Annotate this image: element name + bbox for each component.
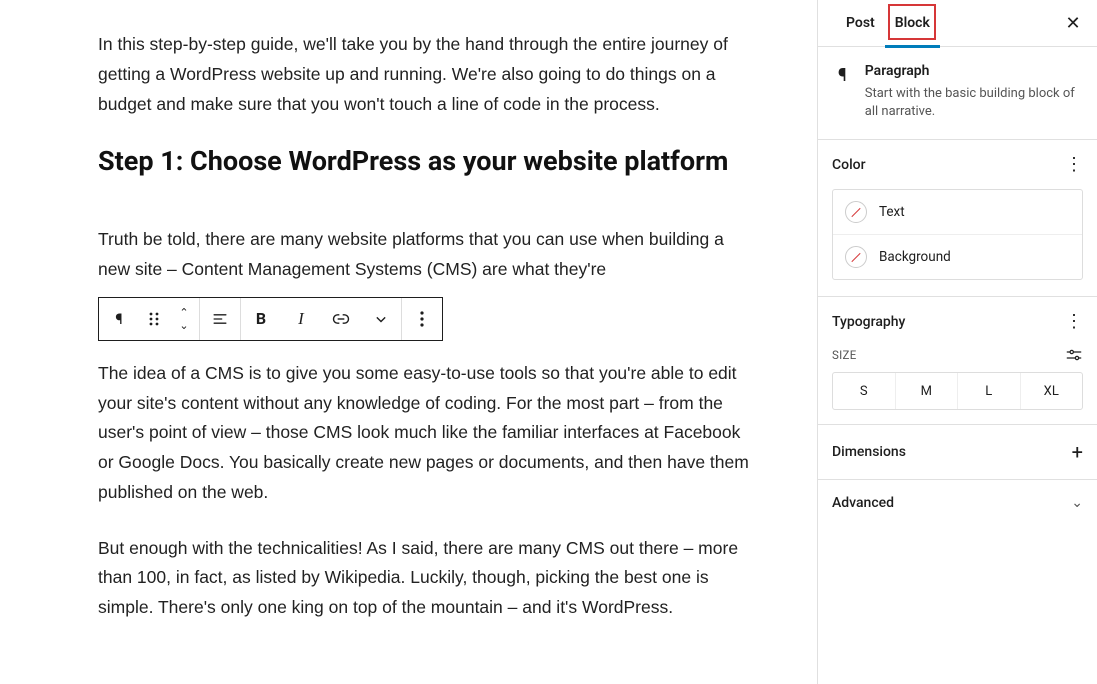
- size-label: SIZE: [832, 348, 857, 362]
- dimensions-title: Dimensions: [832, 444, 906, 460]
- chevron-down-icon: ⌄: [1071, 495, 1083, 511]
- size-s-button[interactable]: S: [833, 373, 895, 409]
- advanced-panel-header[interactable]: Advanced ⌄: [818, 480, 1097, 526]
- color-options-kebab-icon[interactable]: ⋮: [1065, 154, 1083, 175]
- sidebar-tabs: Post Block ✕: [818, 0, 1097, 47]
- paragraph-block[interactable]: The idea of a CMS is to give you some ea…: [98, 359, 757, 508]
- more-rich-text-dropdown[interactable]: [361, 298, 401, 340]
- typography-title: Typography: [832, 314, 905, 330]
- bold-button[interactable]: B: [241, 298, 281, 340]
- close-sidebar-button[interactable]: ✕: [1057, 7, 1089, 39]
- options-kebab-icon[interactable]: [402, 298, 442, 340]
- settings-sidebar: Post Block ✕ ¶ Paragraph Start with the …: [817, 0, 1097, 684]
- text-color-button[interactable]: Text: [833, 190, 1082, 234]
- typography-panel-header[interactable]: Typography ⋮: [818, 297, 1097, 346]
- typography-options-kebab-icon[interactable]: ⋮: [1065, 311, 1083, 332]
- block-description: Start with the basic building block of a…: [865, 85, 1081, 121]
- swatch-none-icon: [845, 201, 867, 223]
- tab-block[interactable]: Block: [885, 0, 940, 47]
- editor-canvas[interactable]: In this step-by-step guide, we'll take y…: [0, 0, 817, 684]
- block-toolbar: ¶ ⌃⌄ B I: [98, 297, 443, 341]
- block-title: Paragraph: [865, 63, 1081, 79]
- add-dimension-icon[interactable]: +: [1072, 440, 1083, 464]
- size-settings-icon[interactable]: [1065, 346, 1083, 364]
- paragraph-block[interactable]: In this step-by-step guide, we'll take y…: [98, 30, 757, 119]
- heading-block[interactable]: Step 1: Choose WordPress as your website…: [98, 145, 757, 177]
- move-updown-icon[interactable]: ⌃⌄: [169, 298, 199, 340]
- size-xl-button[interactable]: XL: [1020, 373, 1083, 409]
- background-color-button[interactable]: Background: [833, 234, 1082, 279]
- dimensions-panel-header[interactable]: Dimensions +: [818, 425, 1097, 479]
- italic-button[interactable]: I: [281, 298, 321, 340]
- paragraph-block[interactable]: Truth be told, there are many website pl…: [98, 225, 757, 285]
- align-button[interactable]: [200, 298, 240, 340]
- advanced-title: Advanced: [832, 495, 894, 511]
- text-color-label: Text: [879, 204, 905, 220]
- color-panel-title: Color: [832, 157, 866, 173]
- block-type-paragraph-icon[interactable]: ¶: [99, 298, 139, 340]
- size-m-button[interactable]: M: [895, 373, 958, 409]
- background-color-label: Background: [879, 249, 951, 265]
- size-l-button[interactable]: L: [957, 373, 1020, 409]
- paragraph-icon: ¶: [834, 63, 851, 121]
- link-button[interactable]: [321, 298, 361, 340]
- paragraph-block[interactable]: But enough with the technicalities! As I…: [98, 534, 757, 623]
- block-card: ¶ Paragraph Start with the basic buildin…: [818, 47, 1097, 139]
- tab-post[interactable]: Post: [836, 0, 885, 47]
- font-size-segmented: S M L XL: [832, 372, 1083, 410]
- color-panel-header[interactable]: Color ⋮: [818, 140, 1097, 189]
- drag-handle-icon[interactable]: [139, 298, 169, 340]
- swatch-none-icon: [845, 246, 867, 268]
